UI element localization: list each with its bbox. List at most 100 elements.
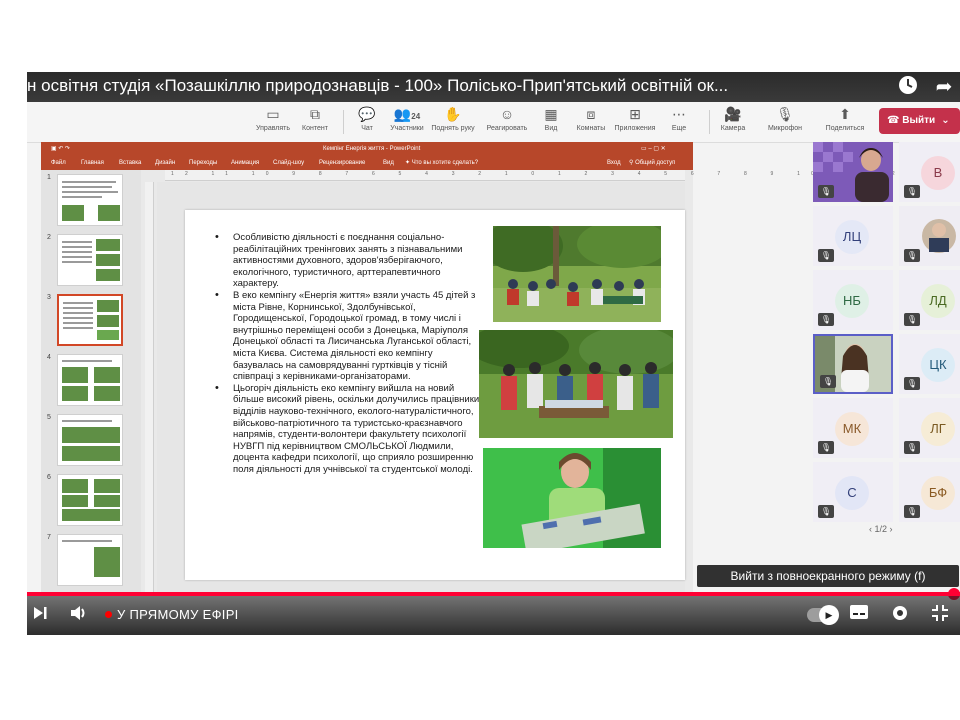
ribbon-tab-view[interactable]: Вид	[383, 156, 394, 170]
slide-photo-camp-group[interactable]	[493, 226, 661, 322]
current-slide[interactable]: Особливістю діяльності є поєднання соціа…	[185, 210, 685, 580]
slide-bullet-list: Особливістю діяльності є поєднання соціа…	[213, 232, 485, 475]
toolbar-content-button[interactable]: ⧉ Контент	[291, 104, 339, 140]
participant-avatar: ЛГ	[921, 412, 955, 446]
participant-count: 24	[411, 112, 421, 121]
settings-button[interactable]	[891, 604, 909, 629]
muted-mic-icon: 🎙	[818, 249, 834, 262]
muted-mic-icon: 🎙	[904, 441, 920, 454]
powerpoint-window: ▣ ↶ ↷ Кемпінг Енергія життя - PowerPoint…	[41, 142, 895, 594]
ribbon-tab-file[interactable]: Файл	[51, 156, 66, 170]
slide-bullet: Особливістю діяльності є поєднання соціа…	[213, 232, 485, 290]
volume-icon	[71, 606, 85, 620]
camera-off-icon: 🎥	[724, 106, 742, 122]
chevron-right-icon[interactable]: ›	[887, 524, 893, 534]
muted-mic-icon: 🎙	[818, 505, 834, 518]
window-title: Кемпінг Енергія життя - PowerPoint	[323, 146, 421, 152]
sign-in-link[interactable]: Вход	[607, 156, 621, 170]
smiley-icon: ☺	[499, 106, 515, 122]
toolbar-microphone-button[interactable]: 🎙 Микрофон	[761, 104, 809, 140]
participant-tile[interactable]: НБ 🎙	[813, 270, 893, 330]
toolbar-raise-hand-button[interactable]: ✋ Поднять руку	[429, 104, 477, 140]
participant-tile[interactable]: БФ 🎙	[899, 462, 960, 522]
share-screen-icon: ⬆	[839, 106, 851, 122]
slide-photo-children-activity[interactable]	[479, 330, 673, 438]
exit-fullscreen-button[interactable]	[931, 604, 949, 629]
tell-me-box[interactable]: ✦ Что вы хотите сделать?	[405, 156, 478, 170]
muted-mic-icon: 🎙	[904, 505, 920, 518]
ribbon-tab-transitions[interactable]: Переходы	[189, 156, 217, 170]
participant-tile[interactable]: В 🎙	[899, 142, 960, 202]
next-button[interactable]	[31, 604, 49, 629]
play-icon: ▶	[819, 605, 839, 625]
muted-mic-icon: 🎙	[904, 185, 920, 198]
ribbon-tab-animation[interactable]: Анимация	[231, 156, 259, 170]
slide-thumbnail-5[interactable]	[57, 414, 123, 466]
gear-icon	[893, 606, 907, 620]
participants-pagination: ‹ 1/2 ›	[869, 524, 893, 534]
autoplay-toggle[interactable]: ▶	[807, 605, 839, 625]
participant-tile[interactable]: ЛГ 🎙	[899, 398, 960, 458]
participant-avatar: МК	[835, 412, 869, 446]
slide-thumbnail-2[interactable]	[57, 234, 123, 286]
toolbar-share-button[interactable]: ⬆ Поделиться	[821, 104, 869, 140]
player-controls: У ПРЯМОМУ ЕФІРІ ▶	[27, 596, 960, 635]
slide-thumbnail-pane: 1 2 3 4 5 6 7	[41, 170, 141, 594]
share-button[interactable]: ⚲ Общий доступ	[629, 156, 675, 170]
volume-button[interactable]	[69, 604, 89, 629]
muted-mic-icon: 🎙	[904, 377, 920, 390]
slide-thumbnail-7[interactable]	[57, 534, 123, 586]
rooms-icon: ⧈	[586, 106, 596, 122]
toolbar-participants-button[interactable]: 👥24 Участники	[383, 104, 431, 140]
toolbar-react-button[interactable]: ☺ Реагировать	[483, 104, 531, 140]
window-controls[interactable]: ▭ – ▢ ✕	[641, 142, 666, 156]
participant-tile[interactable]: ЛД 🎙	[899, 270, 960, 330]
participant-tile[interactable]: 🎙	[813, 142, 893, 202]
slide-bullet: В еко кемпінгу «Енергія життя» взяли уча…	[213, 290, 485, 383]
slide-thumbnail-6[interactable]	[57, 474, 123, 526]
vertical-ruler	[145, 182, 154, 592]
slide-thumbnail-1[interactable]	[57, 174, 123, 226]
ribbon-tab-review[interactable]: Рецензирование	[319, 156, 365, 170]
toolbar-apps-button[interactable]: ⊞ Приложения	[611, 104, 659, 140]
video-player[interactable]: н освітня студія «Позашкіллю природознав…	[27, 72, 960, 635]
slide-thumbnail-3[interactable]	[57, 294, 123, 346]
participant-tile[interactable]: МК 🎙	[813, 398, 893, 458]
muted-mic-icon: 🎙	[818, 313, 834, 326]
muted-mic-icon: 🎙	[818, 441, 834, 454]
live-indicator-dot	[105, 611, 112, 618]
slide-thumbnail-4[interactable]	[57, 354, 123, 406]
video-title-bar: н освітня студія «Позашкіллю природознав…	[27, 72, 960, 102]
slide-photo-girl-drawing[interactable]	[483, 448, 661, 548]
participants-panel: 🎙 В 🎙 ЛЦ 🎙 🎙 НБ 🎙 ЛД 🎙 🎙 ЦК 🎙 МК 🎙 ЛГ 🎙 …	[813, 142, 960, 542]
watch-later-icon[interactable]	[895, 74, 921, 100]
participant-tile[interactable]: ЦК 🎙	[899, 334, 960, 394]
toolbar-rooms-button[interactable]: ⧈ Комнаты	[567, 104, 615, 140]
ribbon-tab-design[interactable]: Дизайн	[155, 156, 175, 170]
participant-avatar: С	[835, 476, 869, 510]
leave-button[interactable]: ☎ Выйти ⌄	[879, 108, 960, 134]
toolbar-more-button[interactable]: ⋯ Еще	[655, 104, 703, 140]
toolbar-manage-button[interactable]: ▭ Управлять	[249, 104, 297, 140]
subtitles-button[interactable]	[849, 604, 869, 627]
participant-tile-speaking[interactable]: 🎙	[813, 334, 893, 394]
muted-mic-icon: 🎙	[820, 375, 836, 388]
ribbon-tab-insert[interactable]: Вставка	[119, 156, 141, 170]
muted-mic-icon: 🎙	[818, 185, 834, 198]
live-label[interactable]: У ПРЯМОМУ ЕФІРІ	[117, 607, 239, 623]
participant-tile[interactable]: С 🎙	[813, 462, 893, 522]
ribbon-tab-slideshow[interactable]: Слайд-шоу	[273, 156, 304, 170]
save-icon[interactable]: ▣ ↶ ↷	[51, 142, 70, 156]
toolbar-camera-button[interactable]: 🎥 Камера	[709, 104, 757, 140]
share-icon[interactable]: ➦	[931, 74, 957, 100]
video-title[interactable]: н освітня студія «Позашкіллю природознав…	[27, 75, 887, 97]
participant-tile[interactable]: 🎙	[899, 206, 960, 266]
muted-mic-icon: 🎙	[904, 249, 920, 262]
participant-tile[interactable]: ЛЦ 🎙	[813, 206, 893, 266]
subtitles-icon	[850, 605, 868, 619]
ribbon-tab-home[interactable]: Главная	[81, 156, 104, 170]
phone-icon: ☎	[887, 115, 903, 126]
photo-girl-drawing-image	[483, 448, 661, 548]
teams-meeting-toolbar: ▭ Управлять ⧉ Контент 💬 Чат 👥24 Участник…	[27, 102, 960, 143]
photo-children-activity-image	[479, 330, 673, 438]
